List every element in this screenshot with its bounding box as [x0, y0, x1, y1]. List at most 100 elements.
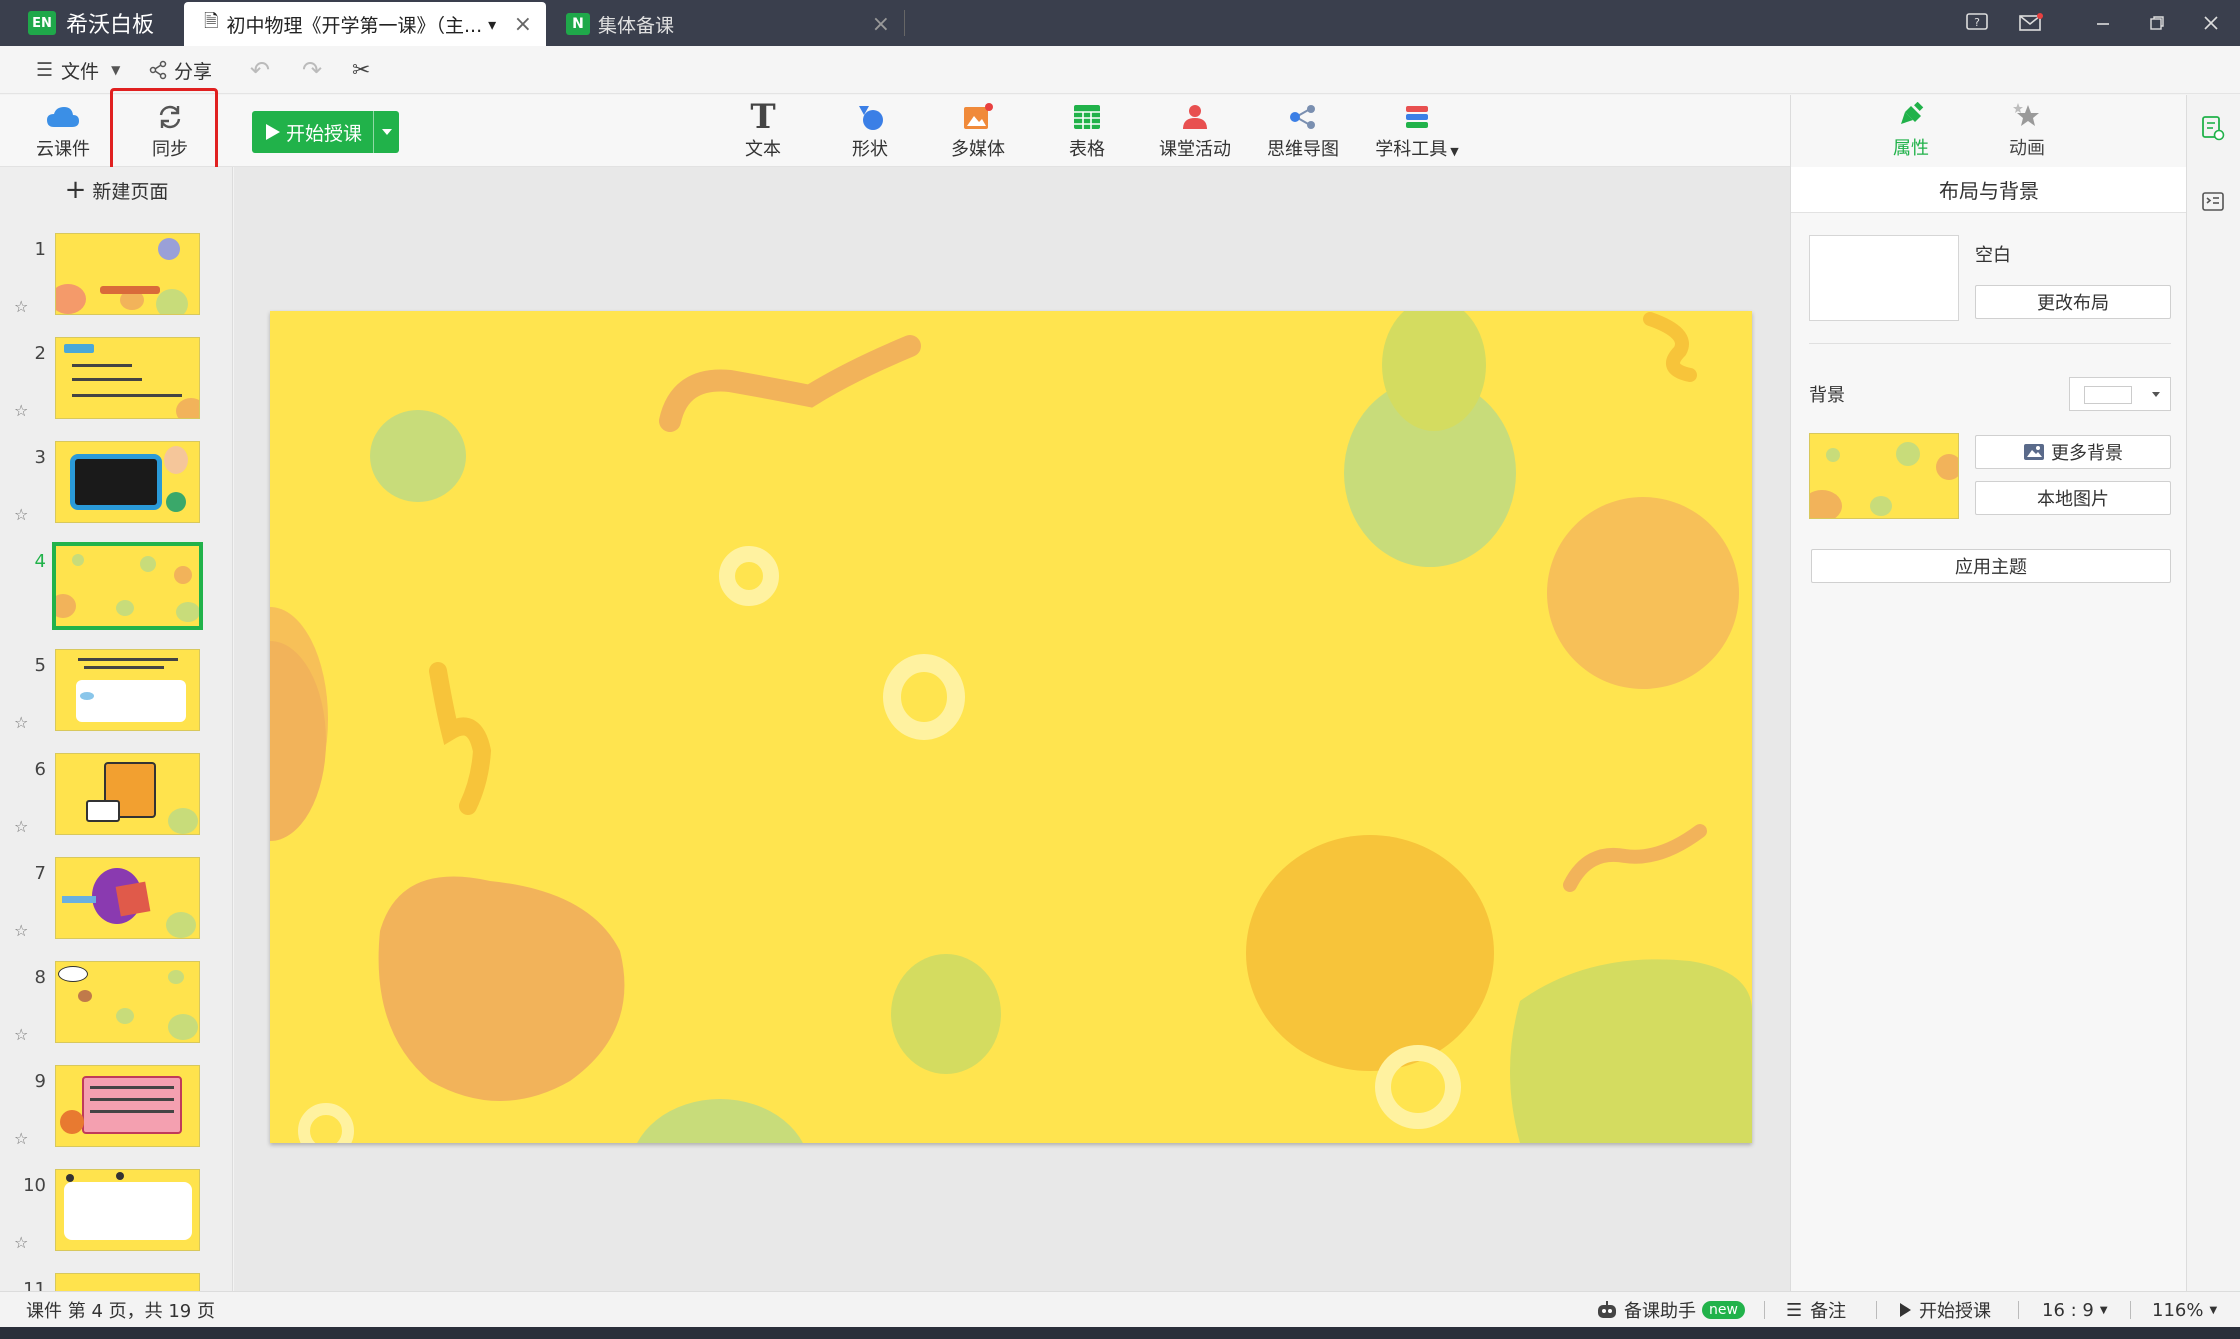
file-menu[interactable]: ☰ 文件 ▼ — [36, 46, 120, 94]
star-icon[interactable]: ☆ — [14, 1025, 28, 1044]
undo-icon[interactable]: ↶ — [250, 46, 270, 94]
activity-icon — [1181, 101, 1209, 133]
app-brand: EN 希沃白板 — [28, 0, 154, 46]
subject-tools-button[interactable]: 学科工具 ▼ — [1372, 95, 1462, 167]
slide-thumbnail[interactable] — [55, 337, 200, 419]
aspect-ratio-select[interactable]: 16 : 9 ▼ — [2042, 1292, 2108, 1328]
shape-tool-label: 形状 — [852, 139, 888, 160]
slide-thumbnail-row[interactable]: 2 ☆ — [0, 337, 232, 441]
tab-dropdown-icon[interactable]: ▾ — [488, 15, 496, 34]
slide-thumbnail-row[interactable]: 7 ☆ — [0, 857, 232, 961]
tab-close-icon[interactable]: × — [872, 12, 890, 37]
table-tool[interactable]: 表格 — [1060, 95, 1114, 167]
slide-thumbnail[interactable] — [55, 961, 200, 1043]
start-teaching-button[interactable]: 开始授课 — [252, 111, 399, 153]
chevron-down-icon: ▼ — [2209, 1304, 2218, 1316]
table-tool-label: 表格 — [1069, 139, 1105, 160]
close-window-icon[interactable] — [2184, 0, 2238, 46]
local-image-button[interactable]: 本地图片 — [1975, 481, 2171, 515]
menu-bar: ☰ 文件 ▼ 分享 ↶ ↷ ✂ — [0, 46, 2240, 94]
star-icon[interactable]: ☆ — [14, 505, 28, 524]
status-start-teaching-button[interactable]: 开始授课 — [1900, 1292, 1991, 1328]
outline-icon[interactable] — [2201, 191, 2225, 218]
slide-thumbnail-row[interactable]: 8 ☆ — [0, 961, 232, 1065]
slide-thumbnail-row-active[interactable]: 4 — [0, 542, 232, 649]
star-icon[interactable]: ☆ — [14, 1129, 28, 1148]
tab-properties[interactable]: 属性 — [1851, 95, 1971, 167]
mind-map-tool[interactable]: 思维导图 — [1264, 95, 1342, 167]
background-color-picker[interactable] — [2069, 377, 2171, 411]
share-icon — [149, 60, 167, 80]
class-activity-tool[interactable]: 课堂活动 — [1156, 95, 1234, 167]
multimedia-tool[interactable]: 多媒体 — [948, 95, 1008, 167]
tab-collective-prep[interactable]: N 集体备课 × — [552, 2, 904, 46]
slide-thumbnail-row[interactable]: 9 ☆ — [0, 1065, 232, 1169]
star-icon[interactable]: ☆ — [14, 921, 28, 940]
slide-thumbnail-row[interactable]: 1 ☆ — [0, 233, 232, 337]
slide-thumbnail[interactable] — [55, 1169, 200, 1251]
star-icon[interactable]: ☆ — [14, 297, 28, 316]
redo-icon[interactable]: ↷ — [302, 46, 322, 94]
subject-tools-icon — [1403, 101, 1431, 133]
tab-document[interactable]: 🗎 初中物理《开学第一课》（主... ▾ × — [184, 2, 546, 46]
background-preview[interactable] — [1809, 433, 1959, 519]
tab-close-icon[interactable]: × — [514, 12, 532, 37]
prep-assistant-label: 备课助手 — [1624, 1301, 1696, 1322]
share-button[interactable]: 分享 — [148, 46, 212, 94]
more-backgrounds-button[interactable]: 更多背景 — [1975, 435, 2171, 469]
slide-thumbnail[interactable] — [55, 649, 200, 731]
image-icon — [962, 101, 994, 133]
cloud-courseware-button[interactable]: 云课件 — [30, 95, 96, 167]
slide-thumbnail[interactable] — [55, 1065, 200, 1147]
help-icon[interactable]: ? — [1950, 0, 2004, 46]
status-start-teaching-label: 开始授课 — [1919, 1301, 1991, 1322]
notes-button[interactable]: ☰ 备注 — [1786, 1292, 1846, 1328]
tab-document-label: 初中物理《开学第一课》（主... — [226, 14, 483, 37]
slide-thumbnail-row[interactable]: 5 ☆ — [0, 649, 232, 753]
cut-icon[interactable]: ✂ — [352, 46, 370, 94]
layout-name: 空白 — [1975, 245, 2011, 266]
notes-label: 备注 — [1810, 1301, 1847, 1322]
start-teaching-dropdown[interactable] — [373, 111, 399, 153]
layout-preview[interactable] — [1809, 235, 1959, 321]
restore-icon[interactable] — [2130, 0, 2184, 46]
slide-thumbnail-row[interactable]: 10 ☆ — [0, 1169, 232, 1273]
star-icon[interactable]: ☆ — [14, 1233, 28, 1252]
slide-thumbnail-active[interactable] — [52, 542, 203, 630]
slide-canvas[interactable] — [270, 311, 1752, 1143]
slide-thumbnail-row[interactable]: 3 ☆ — [0, 441, 232, 545]
slide-thumbnail[interactable] — [55, 441, 200, 523]
text-tool[interactable]: T 文本 — [730, 95, 796, 167]
mind-map-icon — [1288, 101, 1318, 133]
zoom-select[interactable]: 116% ▼ — [2152, 1292, 2217, 1328]
text-tool-label: 文本 — [745, 139, 781, 160]
star-icon[interactable]: ☆ — [14, 817, 28, 836]
new-page-button[interactable]: + 新建页面 — [0, 167, 232, 213]
slide-number: 11 — [23, 1279, 46, 1291]
tab-animation[interactable]: 动画 — [1967, 95, 2087, 167]
document-icon: 🗎 — [204, 11, 219, 32]
subject-tools-label: 学科工具 — [1375, 139, 1448, 160]
slide-thumbnail[interactable] — [55, 233, 200, 315]
slide-thumbnail-row[interactable]: 11 — [0, 1273, 232, 1291]
change-layout-button[interactable]: 更改布局 — [1975, 285, 2171, 319]
slide-thumbnail[interactable] — [55, 1273, 200, 1291]
star-icon[interactable]: ☆ — [14, 401, 28, 420]
slide-number: 10 — [23, 1175, 46, 1196]
slide-thumbnail[interactable] — [55, 753, 200, 835]
play-icon — [266, 124, 280, 140]
shape-tool[interactable]: 形状 — [840, 95, 900, 167]
minimize-icon[interactable] — [2076, 0, 2130, 46]
chevron-down-icon — [2152, 392, 2160, 397]
tab-animation-label: 动画 — [2009, 138, 2045, 159]
slide-thumbnail[interactable] — [55, 857, 200, 939]
star-icon[interactable]: ☆ — [14, 713, 28, 732]
apply-theme-button[interactable]: 应用主题 — [1811, 549, 2171, 583]
table-icon — [1073, 101, 1101, 133]
section-title: 布局与背景 — [1791, 167, 2187, 213]
background-label: 背景 — [1809, 385, 1845, 406]
slide-thumbnail-row[interactable]: 6 ☆ — [0, 753, 232, 857]
page-settings-icon[interactable] — [2201, 115, 2225, 146]
prep-assistant-button[interactable]: 备课助手 new — [1596, 1292, 1745, 1328]
message-icon[interactable] — [2004, 0, 2058, 46]
